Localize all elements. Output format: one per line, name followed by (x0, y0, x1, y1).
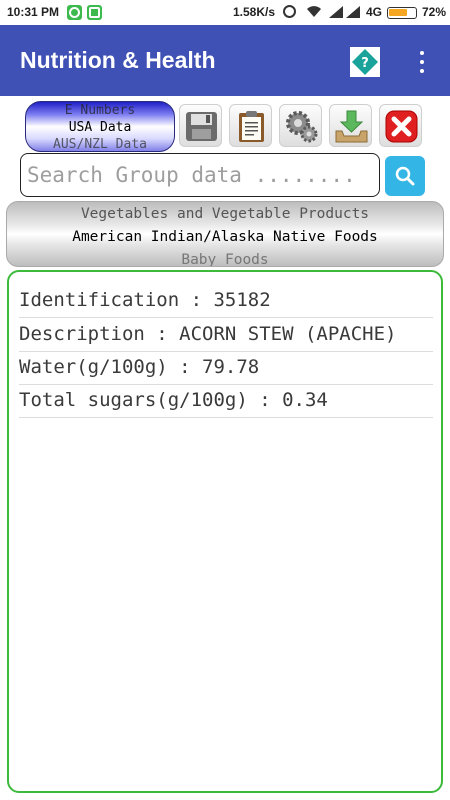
food-group-next[interactable]: Baby Foods (7, 251, 443, 266)
search-input[interactable] (20, 153, 380, 197)
data-source-selected[interactable]: USA Data (26, 120, 174, 135)
more-vert-icon[interactable] (412, 47, 432, 77)
signal-icon (329, 6, 343, 18)
lock-app-notification-icon (87, 5, 102, 20)
status-time: 10:31 PM (7, 5, 60, 19)
food-group-previous[interactable]: Vegetables and Vegetable Products (7, 205, 443, 223)
download-button[interactable] (329, 104, 372, 147)
status-bar: 10:31 PM 1.58K/s 4G 72% (0, 0, 450, 25)
result-row-water[interactable]: Water(g/100g) : 79.78 (19, 351, 433, 385)
close-button[interactable] (379, 104, 422, 147)
result-row-identification[interactable]: Identification : 35182 (19, 284, 433, 318)
network-type: 4G (366, 5, 383, 19)
red-x-icon (385, 110, 418, 143)
magnifier-icon (395, 166, 415, 186)
food-group-picker[interactable]: Vegetables and Vegetable Products Americ… (6, 201, 444, 267)
search-button[interactable] (385, 156, 425, 196)
battery-fill (389, 9, 407, 16)
data-source-previous[interactable]: E Numbers (26, 103, 174, 118)
wifi-icon (307, 6, 321, 17)
app-title: Nutrition & Health (20, 47, 216, 73)
download-tray-icon (335, 110, 368, 143)
help-diamond-icon[interactable]: ? (350, 47, 380, 77)
data-source-selector[interactable]: E Numbers USA Data AUS/NZL Data (25, 101, 175, 152)
result-row-total-sugars[interactable]: Total sugars(g/100g) : 0.34 (19, 384, 433, 418)
save-button[interactable] (179, 104, 222, 147)
alarm-clock-icon (283, 5, 296, 18)
results-panel: Identification : 35182 Description : ACO… (7, 270, 443, 793)
battery-percentage: 72% (422, 5, 447, 19)
clipboard-icon (239, 111, 264, 142)
clipboard-button[interactable] (229, 104, 272, 147)
signal-icon-2 (346, 6, 360, 18)
network-speed: 1.58K/s (233, 5, 276, 19)
settings-button[interactable] (279, 104, 322, 147)
app-bar: Nutrition & Health ? (0, 25, 450, 96)
battery-icon (387, 7, 417, 19)
svg-text:?: ? (361, 56, 369, 71)
gears-icon (286, 111, 318, 143)
data-source-next[interactable]: AUS/NZL Data (26, 137, 174, 151)
floppy-disk-icon (186, 112, 217, 141)
result-row-description[interactable]: Description : ACORN STEW (APACHE) (19, 318, 433, 352)
alarm-app-notification-icon (67, 5, 82, 20)
food-group-selected[interactable]: American Indian/Alaska Native Foods (7, 228, 443, 246)
